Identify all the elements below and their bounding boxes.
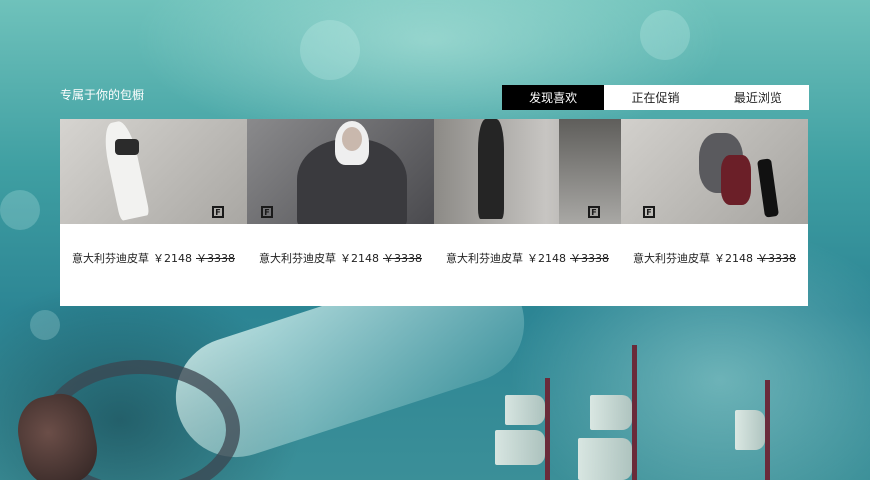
product-photo: F: [434, 119, 621, 224]
ship-mast: [632, 345, 637, 480]
model-face: [342, 127, 362, 151]
product-card[interactable]: F 意大利芬迪皮草 ￥2148 ￥3338: [247, 119, 434, 306]
product-name: 意大利芬迪皮草: [633, 252, 710, 265]
product-panel: F 意大利芬迪皮草 ￥2148 ￥3338 F 意大利芬迪皮草 ￥2148 ￥3…: [60, 119, 808, 306]
product-old-price: ￥3338: [196, 252, 235, 265]
product-photo: F: [60, 119, 247, 224]
fendi-logo-icon: F: [212, 206, 224, 218]
model-figure: [478, 119, 504, 219]
tab-recently-viewed[interactable]: 最近浏览: [707, 85, 809, 110]
product-old-price: ￥3338: [757, 252, 796, 265]
bubble: [30, 310, 60, 340]
fendi-logo-icon: F: [588, 206, 600, 218]
tab-discover[interactable]: 发现喜欢: [502, 85, 605, 110]
product-price: ￥2148: [153, 252, 192, 265]
model-belt: [115, 139, 139, 155]
ship-sail: [735, 410, 765, 450]
product-info: 意大利芬迪皮草 ￥2148 ￥3338: [621, 224, 808, 306]
product-card[interactable]: F 意大利芬迪皮草 ￥2148 ￥3338: [621, 119, 808, 306]
ship-sail: [505, 395, 545, 425]
product-card[interactable]: F 意大利芬迪皮草 ￥2148 ￥3338: [434, 119, 621, 306]
section-title: 专属于你的包橱: [60, 88, 145, 102]
tab-on-sale[interactable]: 正在促销: [604, 85, 706, 110]
product-photo: F: [247, 119, 434, 224]
product-info: 意大利芬迪皮草 ￥2148 ￥3338: [247, 224, 434, 306]
bubble: [0, 190, 40, 230]
model-figure: [100, 119, 150, 222]
product-info: 意大利芬迪皮草 ￥2148 ￥3338: [434, 224, 621, 306]
product-card[interactable]: F 意大利芬迪皮草 ￥2148 ￥3338: [60, 119, 247, 306]
product-info: 意大利芬迪皮草 ￥2148 ￥3338: [60, 224, 247, 306]
model-boots: [757, 158, 779, 218]
fendi-logo-icon: F: [643, 206, 655, 218]
product-price: ￥2148: [340, 252, 379, 265]
product-name: 意大利芬迪皮草: [72, 252, 149, 265]
ship-mast: [765, 380, 770, 480]
tab-bar: 发现喜欢 正在促销 最近浏览: [502, 85, 809, 110]
product-photo: F: [621, 119, 808, 224]
ship-sail: [590, 395, 632, 430]
product-name: 意大利芬迪皮草: [446, 252, 523, 265]
product-name: 意大利芬迪皮草: [259, 252, 336, 265]
product-old-price: ￥3338: [570, 252, 609, 265]
fendi-logo-icon: F: [261, 206, 273, 218]
ship-sail: [495, 430, 545, 465]
ship-sail: [578, 438, 632, 480]
bubble: [300, 20, 360, 80]
product-price: ￥2148: [527, 252, 566, 265]
product-old-price: ￥3338: [383, 252, 422, 265]
ship-mast: [545, 378, 550, 480]
bubble: [640, 10, 690, 60]
product-price: ￥2148: [714, 252, 753, 265]
model-dress: [721, 155, 751, 205]
